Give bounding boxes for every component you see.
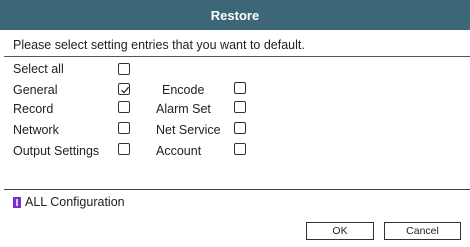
encode-checkbox[interactable] — [234, 82, 246, 94]
instruction-text: Please select setting entries that you w… — [13, 38, 305, 52]
general-checkbox[interactable] — [118, 83, 130, 95]
output-settings-checkbox[interactable] — [118, 143, 130, 155]
all-configuration-label: ALL Configuration — [25, 195, 125, 209]
info-icon — [13, 196, 21, 208]
alarm-set-label: Alarm Set — [156, 102, 211, 116]
dialog-title: Restore — [210, 7, 260, 23]
cancel-button[interactable]: Cancel — [384, 222, 461, 240]
account-label: Account — [156, 144, 202, 158]
encode-label: Encode — [162, 83, 205, 97]
select-all-label: Select all — [13, 62, 64, 76]
output-settings-label: Output Settings — [13, 144, 100, 158]
record-label: Record — [13, 102, 54, 116]
divider-bottom — [4, 189, 470, 190]
divider-top — [4, 56, 470, 57]
ok-button[interactable]: OK — [306, 222, 374, 240]
net-service-checkbox[interactable] — [234, 122, 246, 134]
account-checkbox[interactable] — [234, 143, 246, 155]
network-checkbox[interactable] — [118, 122, 130, 134]
general-label: General — [13, 83, 58, 97]
dialog-title-bar: Restore — [0, 0, 470, 30]
checkmark-icon — [121, 86, 130, 94]
record-checkbox[interactable] — [118, 101, 130, 113]
net-service-label: Net Service — [156, 123, 221, 137]
all-configuration-item[interactable]: ALL Configuration — [13, 195, 125, 209]
alarm-set-checkbox[interactable] — [234, 101, 246, 113]
select-all-checkbox[interactable] — [118, 63, 130, 75]
network-label: Network — [13, 123, 59, 137]
